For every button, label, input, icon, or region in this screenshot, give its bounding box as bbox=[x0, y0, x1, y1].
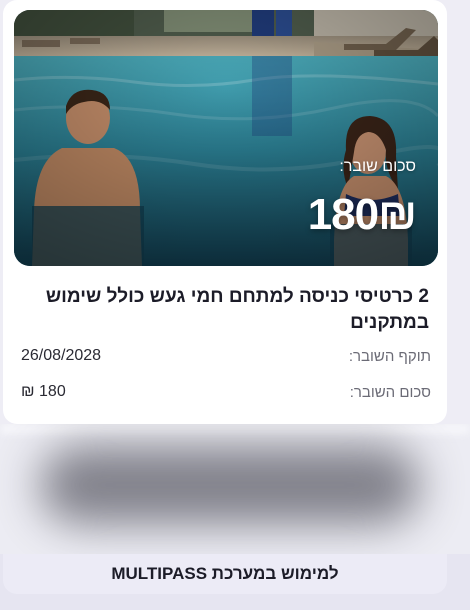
blurred-code bbox=[40, 446, 420, 524]
amount-label: סכום השובר: bbox=[349, 383, 431, 401]
multipass-redeem-button[interactable]: למימוש במערכת MULTIPASS bbox=[3, 554, 447, 594]
validity-value: 26/08/2028 bbox=[21, 347, 102, 364]
voucher-hero: סכום שובר: 180₪ bbox=[14, 10, 438, 266]
validity-label: תוקף השובר: bbox=[348, 347, 431, 365]
hero-amount-label: סכום שובר: bbox=[339, 158, 416, 175]
amount-row: סכום השובר: 180 ₪ bbox=[21, 381, 431, 403]
voucher-page: סכום שובר: 180₪ 2 כרטיסי כניסה למתחם חמי… bbox=[0, 0, 470, 610]
voucher-card[interactable]: סכום שובר: 180₪ 2 כרטיסי כניסה למתחם חמי… bbox=[3, 0, 447, 424]
amount-value: 180 ₪ bbox=[21, 383, 66, 400]
footer: למימוש במערכת MULTIPASS bbox=[0, 554, 470, 610]
validity-row: תוקף השובר: 26/08/2028 bbox=[21, 345, 431, 367]
hero-amount: 180₪ bbox=[307, 190, 417, 239]
voucher-title: 2 כרטיסי כניסה למתחם חמי געש כולל שימוש … bbox=[45, 286, 429, 333]
blur-edge bbox=[0, 424, 470, 434]
blurred-code-area bbox=[0, 424, 470, 554]
